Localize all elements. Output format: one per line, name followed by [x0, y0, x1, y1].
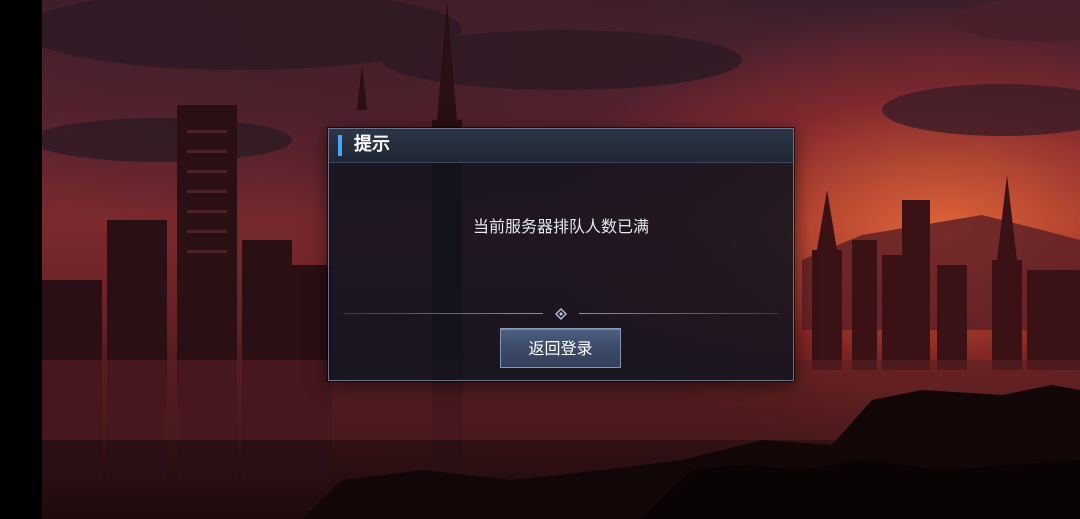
left-black-bar	[0, 0, 42, 519]
divider-line-left	[343, 313, 543, 314]
diamond-ornament-icon	[555, 308, 567, 320]
game-screen: 提示 当前服务器排队人数已满 返回登录	[0, 0, 1080, 519]
dialog-divider	[343, 307, 779, 321]
dialog-header: 提示	[329, 129, 793, 163]
dialog-title: 提示	[354, 134, 390, 155]
header-accent-bar	[338, 135, 342, 156]
divider-line-right	[579, 313, 779, 314]
return-to-login-button[interactable]: 返回登录	[500, 328, 621, 368]
queue-full-message: 当前服务器排队人数已满	[472, 217, 649, 236]
notice-dialog: 提示 当前服务器排队人数已满 返回登录	[328, 128, 794, 381]
